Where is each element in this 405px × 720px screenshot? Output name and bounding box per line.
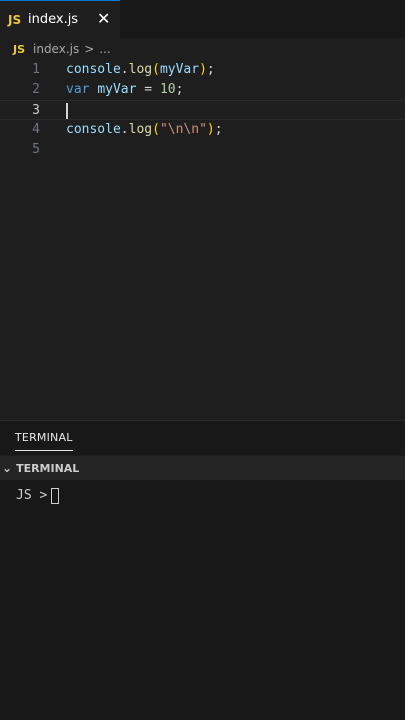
tab-filename: index.js: [28, 12, 79, 27]
code-line-active: 3: [0, 100, 405, 120]
tab-index-js[interactable]: JS index.js ✕: [0, 0, 120, 38]
tab-terminal[interactable]: TERMINAL: [15, 421, 73, 455]
code-token: myVar: [159, 62, 200, 77]
line-number: 5: [32, 142, 40, 157]
code-token: (: [152, 62, 160, 77]
code-token: ): [206, 122, 215, 137]
code-token: .: [120, 62, 129, 77]
breadcrumb-more[interactable]: ...: [99, 42, 110, 56]
chevron-down-icon: ⌄: [2, 461, 13, 475]
panel-header: TERMINAL: [0, 421, 405, 455]
code-token: var: [66, 82, 90, 97]
javascript-file-icon: JS: [13, 42, 26, 56]
text-cursor: [66, 103, 68, 119]
javascript-file-icon: JS: [8, 12, 22, 27]
close-icon[interactable]: ✕: [97, 10, 110, 28]
line-number: 3: [32, 103, 40, 118]
code-token: log: [128, 122, 153, 137]
line-number: 2: [32, 82, 40, 97]
terminal[interactable]: JS >: [0, 480, 405, 720]
code-line: 2 var myVar = 10;: [0, 80, 405, 100]
line-number: 1: [32, 62, 40, 77]
code-token: (: [152, 122, 160, 137]
code-token: =: [136, 82, 160, 97]
code-token: console: [66, 122, 121, 137]
terminal-prompt: JS >: [16, 488, 48, 503]
code-line: 1 console.log(myVar);: [0, 60, 405, 80]
code-text: console.log("\n\n");: [66, 120, 223, 140]
code-line: 5: [0, 140, 405, 160]
code-token: .: [120, 122, 129, 137]
code-text: console.log(myVar);: [66, 60, 215, 80]
code-token: ;: [206, 62, 215, 77]
code-text: var myVar = 10;: [66, 80, 183, 100]
breadcrumb-separator: >: [84, 42, 95, 56]
code-editor[interactable]: 1 console.log(myVar); 2 var myVar = 10; …: [0, 60, 405, 420]
code-token: ): [199, 62, 207, 77]
terminal-cursor: [51, 488, 60, 504]
code-line: 4 console.log("\n\n");: [0, 120, 405, 140]
code-token: console: [66, 62, 121, 77]
line-number: 4: [32, 122, 40, 137]
code-token: log: [128, 62, 153, 77]
breadcrumb: JS index.js > ...: [0, 38, 405, 60]
terminal-section-label: TERMINAL: [16, 461, 80, 475]
editor-tab-bar: JS index.js ✕: [0, 0, 405, 38]
breadcrumb-file[interactable]: index.js: [33, 42, 79, 56]
code-token: myVar: [97, 82, 137, 97]
code-token: "\n\n": [159, 122, 207, 137]
terminal-section-header[interactable]: ⌄ TERMINAL: [0, 456, 405, 480]
code-token: ;: [175, 82, 184, 97]
terminal-prompt-line: JS >: [16, 486, 60, 506]
code-token: ;: [214, 122, 223, 137]
code-token: 10: [159, 82, 176, 97]
